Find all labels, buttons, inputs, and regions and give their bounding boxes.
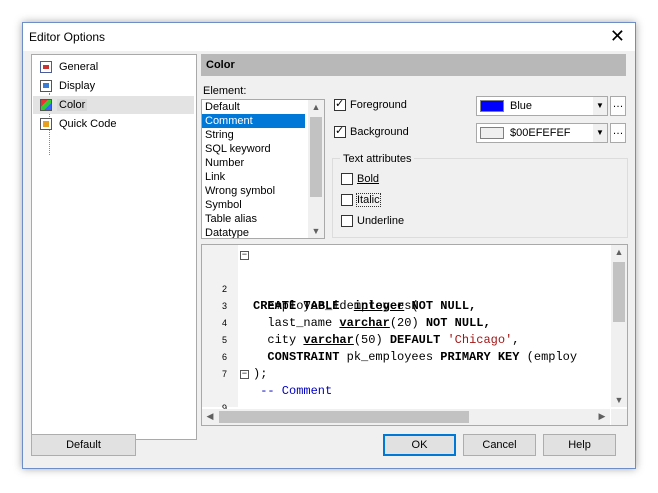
bold-checkbox[interactable]: Bold bbox=[341, 173, 379, 185]
code-line: 3 last_name varchar(20) NOT NULL, bbox=[222, 301, 491, 330]
underline-label: Underline bbox=[357, 215, 405, 227]
scroll-corner bbox=[611, 409, 627, 425]
code-preview[interactable]: − CREATE TABLE employees( 2 employee_id … bbox=[201, 244, 628, 426]
close-icon[interactable]: ✕ bbox=[610, 26, 625, 46]
quick-code-icon bbox=[40, 118, 52, 130]
code-line: − CREATE INDEX ind_lastname ON employees bbox=[202, 366, 527, 425]
underline-checkbox[interactable]: Underline bbox=[341, 215, 404, 227]
scroll-up-icon[interactable]: ▲ bbox=[308, 102, 324, 112]
code-line: 5 CONSTRAINT pk_employees PRIMARY KEY (e… bbox=[222, 335, 578, 364]
tree-item-quick-code[interactable]: Quick Code bbox=[40, 115, 118, 133]
editor-horizontal-scrollbar[interactable]: ◀ ▶ bbox=[202, 409, 610, 425]
list-item[interactable]: Datatype bbox=[202, 226, 305, 238]
background-color-value: $00EFEFEF bbox=[510, 127, 571, 139]
color-icon bbox=[40, 99, 52, 111]
default-button[interactable]: Default bbox=[31, 434, 136, 456]
chevron-down-icon[interactable]: ▼ bbox=[593, 124, 607, 142]
foreground-color-select[interactable]: Blue ▼ bbox=[476, 96, 608, 116]
code-line: − CREATE TABLE employees( bbox=[240, 250, 419, 313]
background-label: Background bbox=[350, 126, 409, 138]
collapse-icon[interactable]: − bbox=[240, 370, 249, 379]
checkbox-box[interactable] bbox=[341, 194, 353, 206]
checkbox-box[interactable] bbox=[334, 97, 346, 111]
element-label: Element: bbox=[203, 85, 247, 97]
italic-checkbox[interactable]: Italic bbox=[341, 193, 381, 207]
checkbox-box[interactable] bbox=[341, 173, 353, 185]
collapse-icon[interactable]: − bbox=[240, 251, 249, 260]
display-icon bbox=[40, 80, 52, 92]
tree-item-general[interactable]: General bbox=[40, 58, 100, 76]
element-list-scrollbar[interactable]: ▲ ▼ bbox=[308, 100, 324, 238]
options-tree: General Display Color Quick Code bbox=[31, 54, 197, 440]
list-item[interactable]: Wrong symbol bbox=[202, 184, 305, 198]
foreground-swatch bbox=[480, 100, 504, 112]
list-item[interactable]: SQL keyword bbox=[202, 142, 305, 156]
title-bar: Editor Options ✕ bbox=[23, 23, 635, 51]
foreground-label: Foreground bbox=[350, 99, 407, 111]
checkbox-box[interactable] bbox=[341, 215, 353, 227]
background-color-select[interactable]: $00EFEFEF ▼ bbox=[476, 123, 608, 143]
tree-item-label: Color bbox=[57, 99, 88, 111]
scroll-thumb[interactable] bbox=[310, 117, 322, 197]
tree-item-display[interactable]: Display bbox=[40, 77, 97, 95]
element-list[interactable]: Default Comment String SQL keyword Numbe… bbox=[201, 99, 325, 239]
code-line: 2 employee_id integer NOT NULL, bbox=[222, 284, 477, 313]
background-more-button[interactable]: … bbox=[610, 123, 626, 143]
scroll-thumb[interactable] bbox=[219, 411, 469, 423]
foreground-checkbox[interactable]: Foreground bbox=[334, 97, 407, 111]
scroll-down-icon[interactable]: ▼ bbox=[611, 395, 627, 405]
scroll-down-icon[interactable]: ▼ bbox=[308, 226, 324, 236]
tree-item-label: Display bbox=[59, 80, 96, 92]
list-item[interactable]: Number bbox=[202, 156, 305, 170]
tree-item-label: Quick Code bbox=[59, 118, 117, 130]
bold-label: Bold bbox=[357, 173, 380, 185]
window-title: Editor Options bbox=[29, 30, 106, 44]
code-line: 4 city varchar(50) DEFAULT 'Chicago', bbox=[222, 318, 520, 347]
scroll-thumb[interactable] bbox=[613, 262, 625, 322]
section-title: Color bbox=[201, 54, 626, 76]
list-item[interactable]: String bbox=[202, 128, 305, 142]
ok-button[interactable]: OK bbox=[383, 434, 456, 456]
list-item[interactable]: Symbol bbox=[202, 198, 305, 212]
foreground-color-value: Blue bbox=[510, 100, 533, 112]
scroll-right-icon[interactable]: ▶ bbox=[594, 411, 610, 422]
foreground-more-button[interactable]: … bbox=[610, 96, 626, 116]
code-line: 9 (last_name); bbox=[222, 403, 347, 425]
checkbox-box[interactable] bbox=[334, 124, 346, 138]
general-icon bbox=[40, 61, 52, 73]
scroll-up-icon[interactable]: ▲ bbox=[611, 247, 627, 257]
list-item[interactable]: Table alias bbox=[202, 212, 305, 226]
editor-vertical-scrollbar[interactable]: ▲ ▼ bbox=[611, 245, 627, 407]
list-item[interactable]: Link bbox=[202, 170, 305, 184]
background-swatch bbox=[480, 127, 504, 139]
tree-item-label: General bbox=[59, 61, 99, 73]
scroll-left-icon[interactable]: ◀ bbox=[202, 411, 218, 422]
list-item[interactable]: Default bbox=[202, 100, 305, 114]
background-checkbox[interactable]: Background bbox=[334, 124, 409, 138]
italic-label: Italic bbox=[356, 193, 381, 207]
editor-options-dialog: Editor Options ✕ General Display Color Q… bbox=[22, 22, 636, 469]
help-button[interactable]: Help bbox=[543, 434, 616, 456]
text-attributes-title: Text attributes bbox=[340, 153, 415, 165]
cancel-button[interactable]: Cancel bbox=[463, 434, 536, 456]
list-item[interactable]: Comment bbox=[202, 114, 305, 128]
code-line: 6 ); bbox=[222, 352, 268, 381]
code-line: 7 -- Comment bbox=[222, 369, 333, 398]
tree-item-color[interactable]: Color bbox=[33, 96, 194, 114]
chevron-down-icon[interactable]: ▼ bbox=[593, 97, 607, 115]
